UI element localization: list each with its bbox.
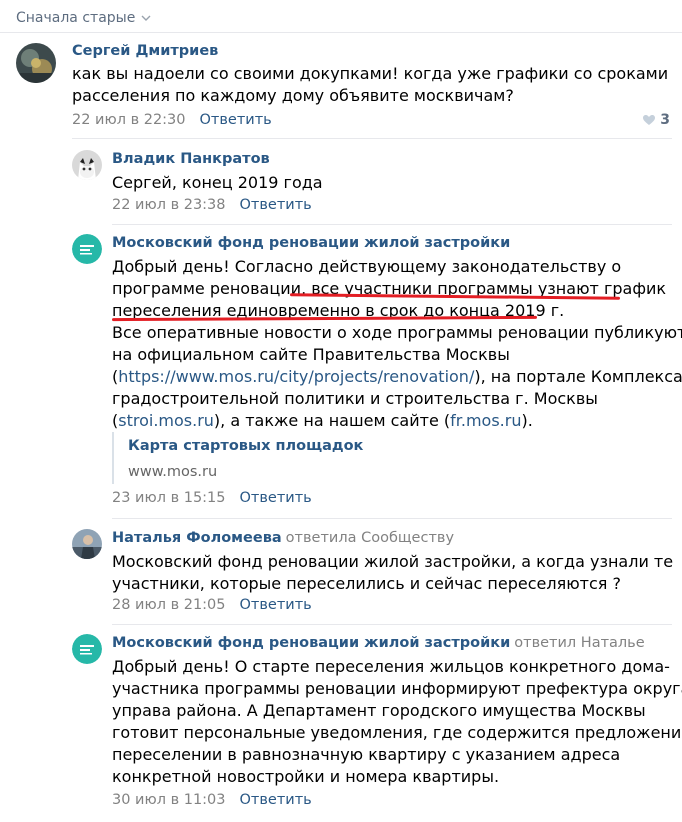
divider <box>112 518 672 519</box>
sort-label: Сначала старые <box>16 10 136 26</box>
comment-author[interactable]: Московский фонд реновации жилой застройк… <box>112 635 645 651</box>
avatar[interactable] <box>16 43 56 83</box>
like-count: 3 <box>660 112 670 128</box>
like-button[interactable]: 3 <box>642 112 670 128</box>
comment-meta: 28 июл в 21:05 Ответить <box>112 597 312 613</box>
comment-date[interactable]: 22 июл в 23:38 <box>112 197 226 213</box>
author-name[interactable]: Московский фонд реновации жилой застройк… <box>112 635 510 651</box>
attachment-title[interactable]: Карта стартовых площадок <box>128 438 363 454</box>
comment-text: конкретной новостройки и номера квартиры… <box>112 767 500 786</box>
text-fragment: ), а также на нашем сайте ( <box>213 411 451 430</box>
comment-author[interactable]: Наталья Фоломеева ответила Сообществу <box>112 530 454 546</box>
comment-text: Все оперативные новости о ходе программы… <box>112 323 682 342</box>
avatar[interactable] <box>72 634 102 664</box>
comment-text: (stroi.mos.ru), а также на нашем сайте (… <box>112 410 533 432</box>
comment-meta: 22 июл в 23:38 Ответить <box>112 197 312 213</box>
avatar[interactable] <box>72 529 102 559</box>
renovation-link[interactable]: https://www.mos.ru/city/projects/renovat… <box>118 367 474 386</box>
comment-text: как вы надоели со своими докупками! когд… <box>72 64 669 83</box>
reply-button[interactable]: Ответить <box>240 792 312 808</box>
divider <box>112 224 672 225</box>
link-attachment[interactable]: Карта стартовых площадок www.mos.ru <box>112 432 512 484</box>
comment-date[interactable]: 23 июл в 15:15 <box>112 490 226 506</box>
divider <box>112 624 672 625</box>
comment-text: Московский фонд реновации жилой застройк… <box>112 552 674 571</box>
avatar[interactable] <box>72 150 102 180</box>
comment-date[interactable]: 28 июл в 21:05 <box>112 597 226 613</box>
comment-text: Добрый день! Согласно действующему закон… <box>112 257 622 276</box>
comment-text: градостроительной политики и строительст… <box>112 389 598 408</box>
comment-meta: 30 июл в 11:03 Ответить <box>112 792 312 808</box>
comment-text: управа района. А Департамент городского … <box>112 701 646 720</box>
comment-text: участника программы реновации информирую… <box>112 679 682 698</box>
attachment-domain: www.mos.ru <box>128 464 218 480</box>
comment-author[interactable]: Московский фонд реновации жилой застройк… <box>112 235 510 251</box>
divider <box>72 138 672 139</box>
text-fragment: ). <box>521 411 533 430</box>
comment-meta: 23 июл в 15:15 Ответить <box>112 490 312 506</box>
reply-button[interactable]: Ответить <box>200 112 272 128</box>
comment-text: Добрый день! О старте переселения жильцо… <box>112 657 670 676</box>
comment-author[interactable]: Сергей Дмитриев <box>72 43 218 59</box>
comment-meta: 22 июл в 22:30 Ответить <box>72 112 272 128</box>
reply-button[interactable]: Ответить <box>240 197 312 213</box>
comment-text: участники, которые переселились и сейчас… <box>112 574 621 593</box>
reply-to-label[interactable]: ответила Сообществу <box>286 530 454 546</box>
comment-date[interactable]: 22 июл в 22:30 <box>72 112 186 128</box>
comment-date[interactable]: 30 июл в 11:03 <box>112 792 226 808</box>
reply-button[interactable]: Ответить <box>240 490 312 506</box>
reply-button[interactable]: Ответить <box>240 597 312 613</box>
reply-to-label[interactable]: ответил Наталье <box>514 635 644 651</box>
author-name[interactable]: Наталья Фоломеева <box>112 530 282 546</box>
comment-text: (https://www.mos.ru/city/projects/renova… <box>112 366 682 388</box>
chevron-down-icon <box>141 15 151 21</box>
comment-text: расселения по каждому дому объявите моск… <box>72 86 514 105</box>
avatar[interactable] <box>72 234 102 264</box>
stroi-link[interactable]: stroi.mos.ru <box>118 411 214 430</box>
comment-text: на официальном сайте Правительства Москв… <box>112 345 510 364</box>
comment-text: переселении в равнозначную квартиру с ук… <box>112 745 621 764</box>
divider <box>0 32 682 33</box>
heart-icon <box>643 115 656 125</box>
comment-author[interactable]: Владик Панкратов <box>112 151 270 167</box>
sort-dropdown[interactable]: Сначала старые <box>16 8 151 28</box>
fr-link[interactable]: fr.mos.ru <box>450 411 521 430</box>
text-fragment: ), на портале Комплекса <box>474 367 682 386</box>
comment-text: Сергей, конец 2019 года <box>112 173 323 192</box>
comment-text: готовит персональные уведомления, где со… <box>112 723 682 742</box>
